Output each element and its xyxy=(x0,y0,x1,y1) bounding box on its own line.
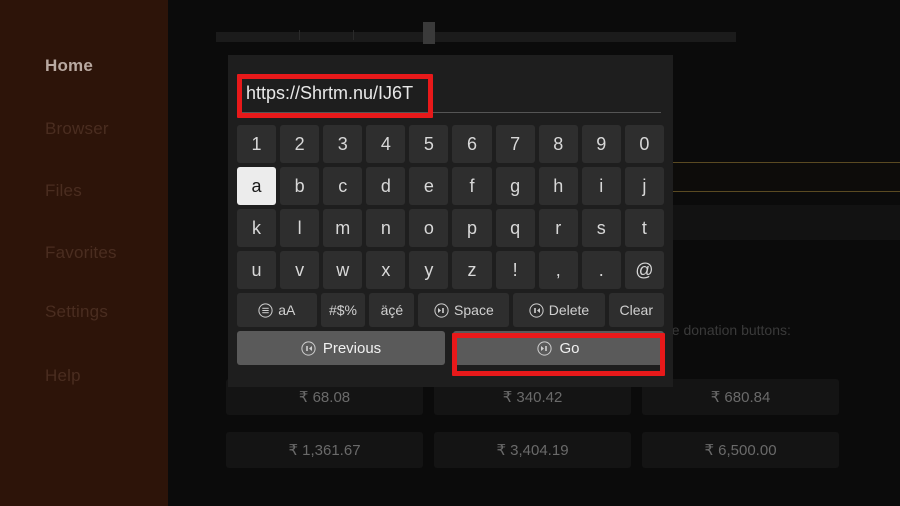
key-4[interactable]: 4 xyxy=(366,125,406,163)
key-.[interactable]: . xyxy=(581,251,621,289)
sidebar-item-help[interactable]: Help xyxy=(45,366,81,386)
sidebar-item-home[interactable]: Home xyxy=(45,56,93,76)
onscreen-keyboard-dialog: https://Shrtm.nu/IJ6T 1234567890 abcdefgh… xyxy=(228,55,673,387)
function-key-label: äçé xyxy=(380,302,404,318)
keyboard-row: 1234567890 xyxy=(237,125,664,163)
key-0[interactable]: 0 xyxy=(624,125,664,163)
background-note-line-1: ase donation buttons: xyxy=(657,322,791,338)
key-6[interactable]: 6 xyxy=(452,125,492,163)
key-s[interactable]: s xyxy=(581,209,621,247)
key-n[interactable]: n xyxy=(366,209,406,247)
function-key-[interactable]: #$% xyxy=(320,293,366,327)
go-button-label: Go xyxy=(559,339,580,357)
function-key-label: aA xyxy=(278,302,296,318)
keyboard-row: klmnopqrst xyxy=(237,209,664,247)
key-u[interactable]: u xyxy=(237,251,277,289)
key-1[interactable]: 1 xyxy=(237,125,277,163)
key-x[interactable]: x xyxy=(366,251,406,289)
key-o[interactable]: o xyxy=(409,209,449,247)
keyboard-function-row: aA #$% äçé Space Delete Clear xyxy=(237,293,665,327)
key-y[interactable]: y xyxy=(409,251,449,289)
function-key-[interactable]: äçé xyxy=(369,293,415,327)
key-b[interactable]: b xyxy=(280,167,320,205)
keyboard-row: u v w x y z!,. @ xyxy=(237,251,664,289)
function-key-clear[interactable]: Clear xyxy=(608,293,665,327)
background-tab-nub xyxy=(423,22,435,44)
key-i[interactable]: i xyxy=(581,167,621,205)
key-7[interactable]: 7 xyxy=(495,125,535,163)
screen: Home Browser Files Favorites Settings He… xyxy=(0,0,900,506)
url-input-field[interactable]: https://Shrtm.nu/IJ6T xyxy=(240,77,661,113)
key-h[interactable]: h xyxy=(538,167,578,205)
donation-button[interactable]: ₹ 1,361.67 xyxy=(226,432,423,468)
key-j[interactable]: j xyxy=(624,167,664,205)
key-![interactable]: ! xyxy=(495,251,535,289)
key-9[interactable]: 9 xyxy=(581,125,621,163)
sidebar-item-browser[interactable]: Browser xyxy=(45,119,109,139)
function-key-label: #$% xyxy=(328,302,357,318)
key-m[interactable]: m xyxy=(323,209,363,247)
key-2[interactable]: 2 xyxy=(280,125,320,163)
keyboard-row: abcdefghij xyxy=(237,167,664,205)
key-t[interactable]: t xyxy=(624,209,664,247)
key-e[interactable]: e xyxy=(409,167,449,205)
url-input-value: https://Shrtm.nu/IJ6T xyxy=(246,83,414,103)
url-input-underline xyxy=(240,112,661,113)
key-d[interactable]: d xyxy=(366,167,406,205)
key-g[interactable]: g xyxy=(495,167,535,205)
key-f[interactable]: f xyxy=(452,167,492,205)
key-5[interactable]: 5 xyxy=(409,125,449,163)
key-w[interactable]: w xyxy=(323,251,363,289)
key-,[interactable]: , xyxy=(538,251,578,289)
background-url-input[interactable] xyxy=(634,162,900,192)
menu-circle-icon xyxy=(258,302,273,318)
donation-button[interactable]: ₹ 6,500.00 xyxy=(642,432,839,468)
back-circle-icon xyxy=(301,340,316,356)
function-key-space[interactable]: Space xyxy=(418,293,510,327)
key-3[interactable]: 3 xyxy=(323,125,363,163)
donation-button[interactable]: ₹ 3,404.19 xyxy=(434,432,631,468)
background-tab-strip xyxy=(216,32,736,42)
key-a[interactable]: a xyxy=(237,167,277,205)
key-@[interactable]: @ xyxy=(624,251,664,289)
key-l[interactable]: l xyxy=(280,209,320,247)
forward-circle-icon xyxy=(537,340,553,356)
background-tab-separator xyxy=(299,30,300,40)
sidebar-item-settings[interactable]: Settings xyxy=(45,302,108,322)
previous-button-label: Previous xyxy=(322,339,382,357)
keyboard-bottom-row: Previous Go xyxy=(237,331,664,365)
function-key-label: Clear xyxy=(619,302,654,318)
key-z[interactable]: z xyxy=(452,251,492,289)
function-key-label: Space xyxy=(454,302,494,318)
keyboard-keys: 1 2 3 4 5 6 7 8 9 0 a b c d e f g h i j k l m n o p q r s t u v w x y z!,. @… xyxy=(237,125,665,365)
back-circle-icon xyxy=(529,302,544,318)
function-key-label: Delete xyxy=(548,302,590,318)
key-k[interactable]: k xyxy=(237,209,277,247)
previous-button[interactable]: Previous xyxy=(237,331,445,365)
forward-circle-icon xyxy=(434,302,449,318)
go-button[interactable]: Go xyxy=(453,331,664,365)
sidebar-item-files[interactable]: Files xyxy=(45,181,82,201)
key-r[interactable]: r xyxy=(538,209,578,247)
key-q[interactable]: q xyxy=(495,209,535,247)
function-key-aa[interactable]: aA xyxy=(237,293,317,327)
key-c[interactable]: c xyxy=(323,167,363,205)
function-key-delete[interactable]: Delete xyxy=(513,293,605,327)
key-p[interactable]: p xyxy=(452,209,492,247)
background-panel xyxy=(636,205,900,240)
key-v[interactable]: v xyxy=(280,251,320,289)
sidebar: Home Browser Files Favorites Settings He… xyxy=(0,0,168,506)
key-8[interactable]: 8 xyxy=(538,125,578,163)
background-tab-separator xyxy=(353,30,354,40)
sidebar-item-favorites[interactable]: Favorites xyxy=(45,243,117,263)
